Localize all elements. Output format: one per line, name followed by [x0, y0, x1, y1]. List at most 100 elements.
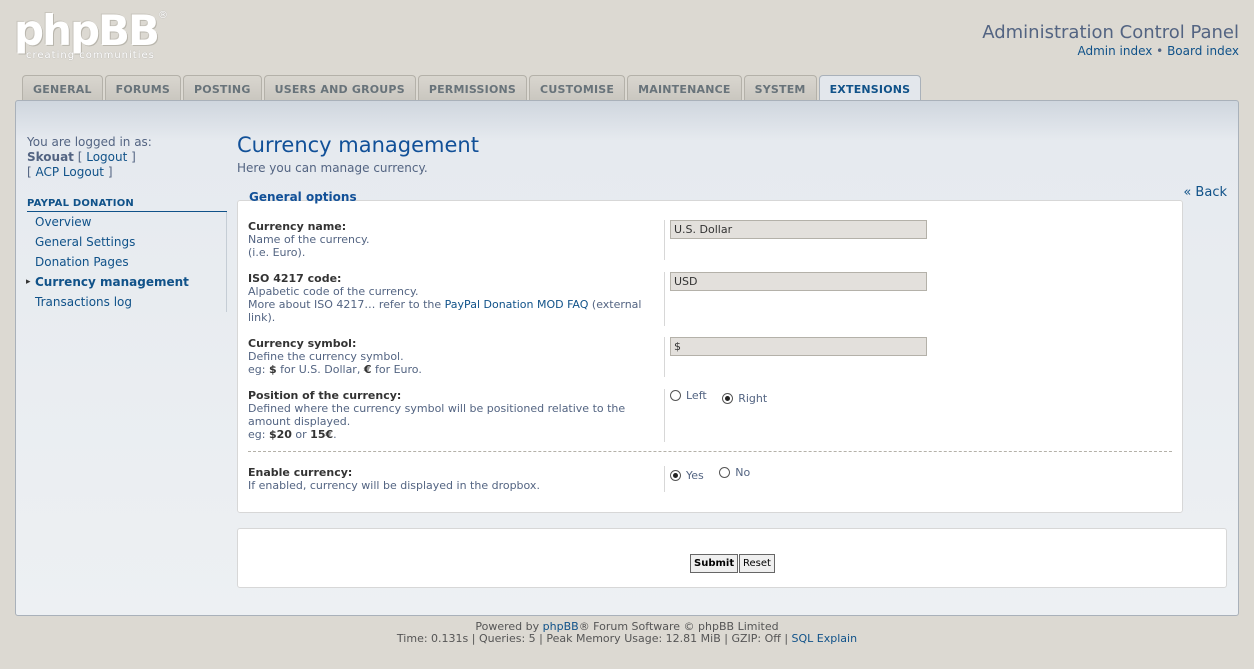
sidebar-item-label[interactable]: Currency management [35, 275, 189, 289]
iso-code-input[interactable] [670, 272, 927, 291]
link-separator: • [1152, 44, 1168, 58]
field-description: or [291, 428, 311, 441]
enable-no-radio[interactable]: No [719, 466, 750, 479]
field-label-block: ISO 4217 code: Alpabetic code of the cur… [248, 272, 664, 324]
phpbb-logo[interactable]: phpBB ® creating communities [14, 6, 174, 64]
field-description: Alpabetic code of the currency. [248, 285, 419, 298]
tab-permissions[interactable]: PERMISSIONS [417, 75, 528, 101]
top-links: Admin index • Board index [1077, 44, 1239, 58]
tab-users-and-groups[interactable]: USERS AND GROUPS [263, 75, 416, 101]
section-divider [248, 451, 1172, 452]
field-label: Currency name: [248, 220, 347, 233]
acp-logout-link[interactable]: ACP Logout [36, 165, 105, 179]
position-left-radio[interactable]: Left [670, 389, 707, 402]
username: Skouat [27, 150, 74, 164]
tab-forums[interactable]: FORUMS [104, 75, 181, 101]
field-row-currency-symbol: Currency symbol: Define the currency sym… [248, 337, 1172, 377]
acp-title: Administration Control Panel [982, 22, 1239, 43]
field-label-block: Position of the currency: Defined where … [248, 389, 664, 441]
field-description: More about ISO 4217… refer to the [248, 298, 445, 311]
field-description: . [333, 428, 337, 441]
example-bold: $20 [268, 428, 292, 441]
faq-link[interactable]: PayPal Donation MOD FAQ [445, 298, 589, 311]
acp-bracket-close: ] [104, 165, 113, 179]
tab-posting[interactable]: POSTING [183, 75, 262, 101]
position-right-radio[interactable]: Right [722, 392, 767, 405]
logged-in-label: You are logged in as: [27, 135, 152, 149]
radio-selected-icon[interactable] [722, 393, 734, 404]
logout-link[interactable]: Logout [86, 150, 127, 164]
currency-name-input[interactable] [670, 220, 927, 239]
field-description: (i.e. Euro). [248, 246, 306, 259]
login-user-line: Skouat [ Logout ] [27, 150, 227, 165]
field-label-block: Currency name: Name of the currency. (i.… [248, 220, 664, 259]
field-description: eg: [248, 363, 269, 376]
field-label: Enable currency: [248, 466, 353, 479]
example-bold: 15€ [310, 428, 334, 441]
field-divider [664, 220, 665, 260]
radio-selected-icon[interactable] [670, 470, 681, 481]
enable-yes-radio[interactable]: Yes [670, 469, 704, 482]
logout-bracket-close: ] [127, 150, 136, 164]
sidebar-item-label[interactable]: General Settings [35, 235, 135, 249]
footer: Powered by phpBB® Forum Software © phpBB… [0, 621, 1254, 645]
sidebar: You are logged in as: Skouat [ Logout ] … [26, 135, 227, 312]
footer-stats: Time: 0.131s | Queries: 5 | Peak Memory … [0, 633, 1254, 645]
logo-registered-mark: ® [158, 10, 168, 21]
radio-circle-icon[interactable] [719, 467, 731, 478]
page-description: Here you can manage currency. [237, 161, 428, 175]
sidebar-item-overview[interactable]: Overview [35, 212, 226, 232]
example-bold: $ [268, 363, 277, 376]
field-row-currency-position: Position of the currency: Defined where … [248, 389, 1172, 442]
sidebar-item-label[interactable]: Donation Pages [35, 255, 129, 269]
sidebar-item-currency-management[interactable]: Currency management [26, 272, 226, 292]
sidebar-item-label[interactable]: Overview [35, 215, 92, 229]
board-index-link[interactable]: Board index [1167, 44, 1239, 58]
acp-bracket-open: [ [27, 165, 36, 179]
field-control: Yes No [670, 466, 762, 482]
field-description: for Euro. [371, 363, 422, 376]
field-label-block: Enable currency: If enabled, currency wi… [248, 466, 664, 492]
field-control [670, 220, 927, 239]
radio-label: Yes [686, 469, 704, 482]
field-control [670, 272, 927, 291]
field-divider [664, 466, 665, 492]
back-link[interactable]: « Back [1183, 185, 1227, 200]
sql-explain-link[interactable]: SQL Explain [792, 632, 858, 645]
tab-customise[interactable]: CUSTOMISE [529, 75, 626, 101]
reset-button[interactable]: Reset [739, 554, 775, 573]
field-description: Name of the currency. [248, 233, 370, 246]
sidebar-item-transactions-log[interactable]: Transactions log [35, 292, 226, 312]
tab-system[interactable]: SYSTEM [743, 75, 817, 101]
sidebar-item-label[interactable]: Transactions log [35, 295, 132, 309]
field-row-currency-name: Currency name: Name of the currency. (i.… [248, 220, 1172, 260]
sidebar-item-general-settings[interactable]: General Settings [35, 232, 226, 252]
page-title: Currency management [237, 133, 479, 157]
field-divider [664, 337, 665, 377]
submit-button[interactable]: Submit [690, 554, 739, 573]
field-label-block: Currency symbol: Define the currency sym… [248, 337, 664, 376]
tab-maintenance[interactable]: MAINTENANCE [627, 75, 742, 101]
field-divider [664, 389, 665, 442]
field-description: Defined where the currency symbol will b… [248, 402, 626, 428]
logo-wordmark: phpBB [14, 6, 160, 55]
field-label: Position of the currency: [248, 389, 402, 402]
currency-symbol-input[interactable] [670, 337, 927, 356]
field-description: If enabled, currency will be displayed i… [248, 479, 540, 492]
radio-circle-icon[interactable] [670, 390, 681, 401]
main-tabs: GENERAL FORUMS POSTING USERS AND GROUPS … [22, 75, 923, 102]
field-description: for U.S. Dollar, [276, 363, 364, 376]
acp-logout-line: [ ACP Logout ] [27, 165, 227, 180]
admin-index-link[interactable]: Admin index [1077, 44, 1152, 58]
field-label: ISO 4217 code: [248, 272, 342, 285]
radio-label: Right [738, 392, 768, 405]
field-label: Currency symbol: [248, 337, 357, 350]
radio-label: No [735, 466, 751, 479]
tab-extensions[interactable]: EXTENSIONS [818, 75, 922, 102]
sidebar-item-donation-pages[interactable]: Donation Pages [35, 252, 226, 272]
field-control: Left Right [670, 389, 779, 405]
footer-stats-text: Time: 0.131s | Queries: 5 | Peak Memory … [396, 632, 792, 645]
field-row-iso-code: ISO 4217 code: Alpabetic code of the cur… [248, 272, 1172, 326]
tab-general[interactable]: GENERAL [22, 75, 103, 101]
field-row-enable-currency: Enable currency: If enabled, currency wi… [248, 466, 1172, 492]
